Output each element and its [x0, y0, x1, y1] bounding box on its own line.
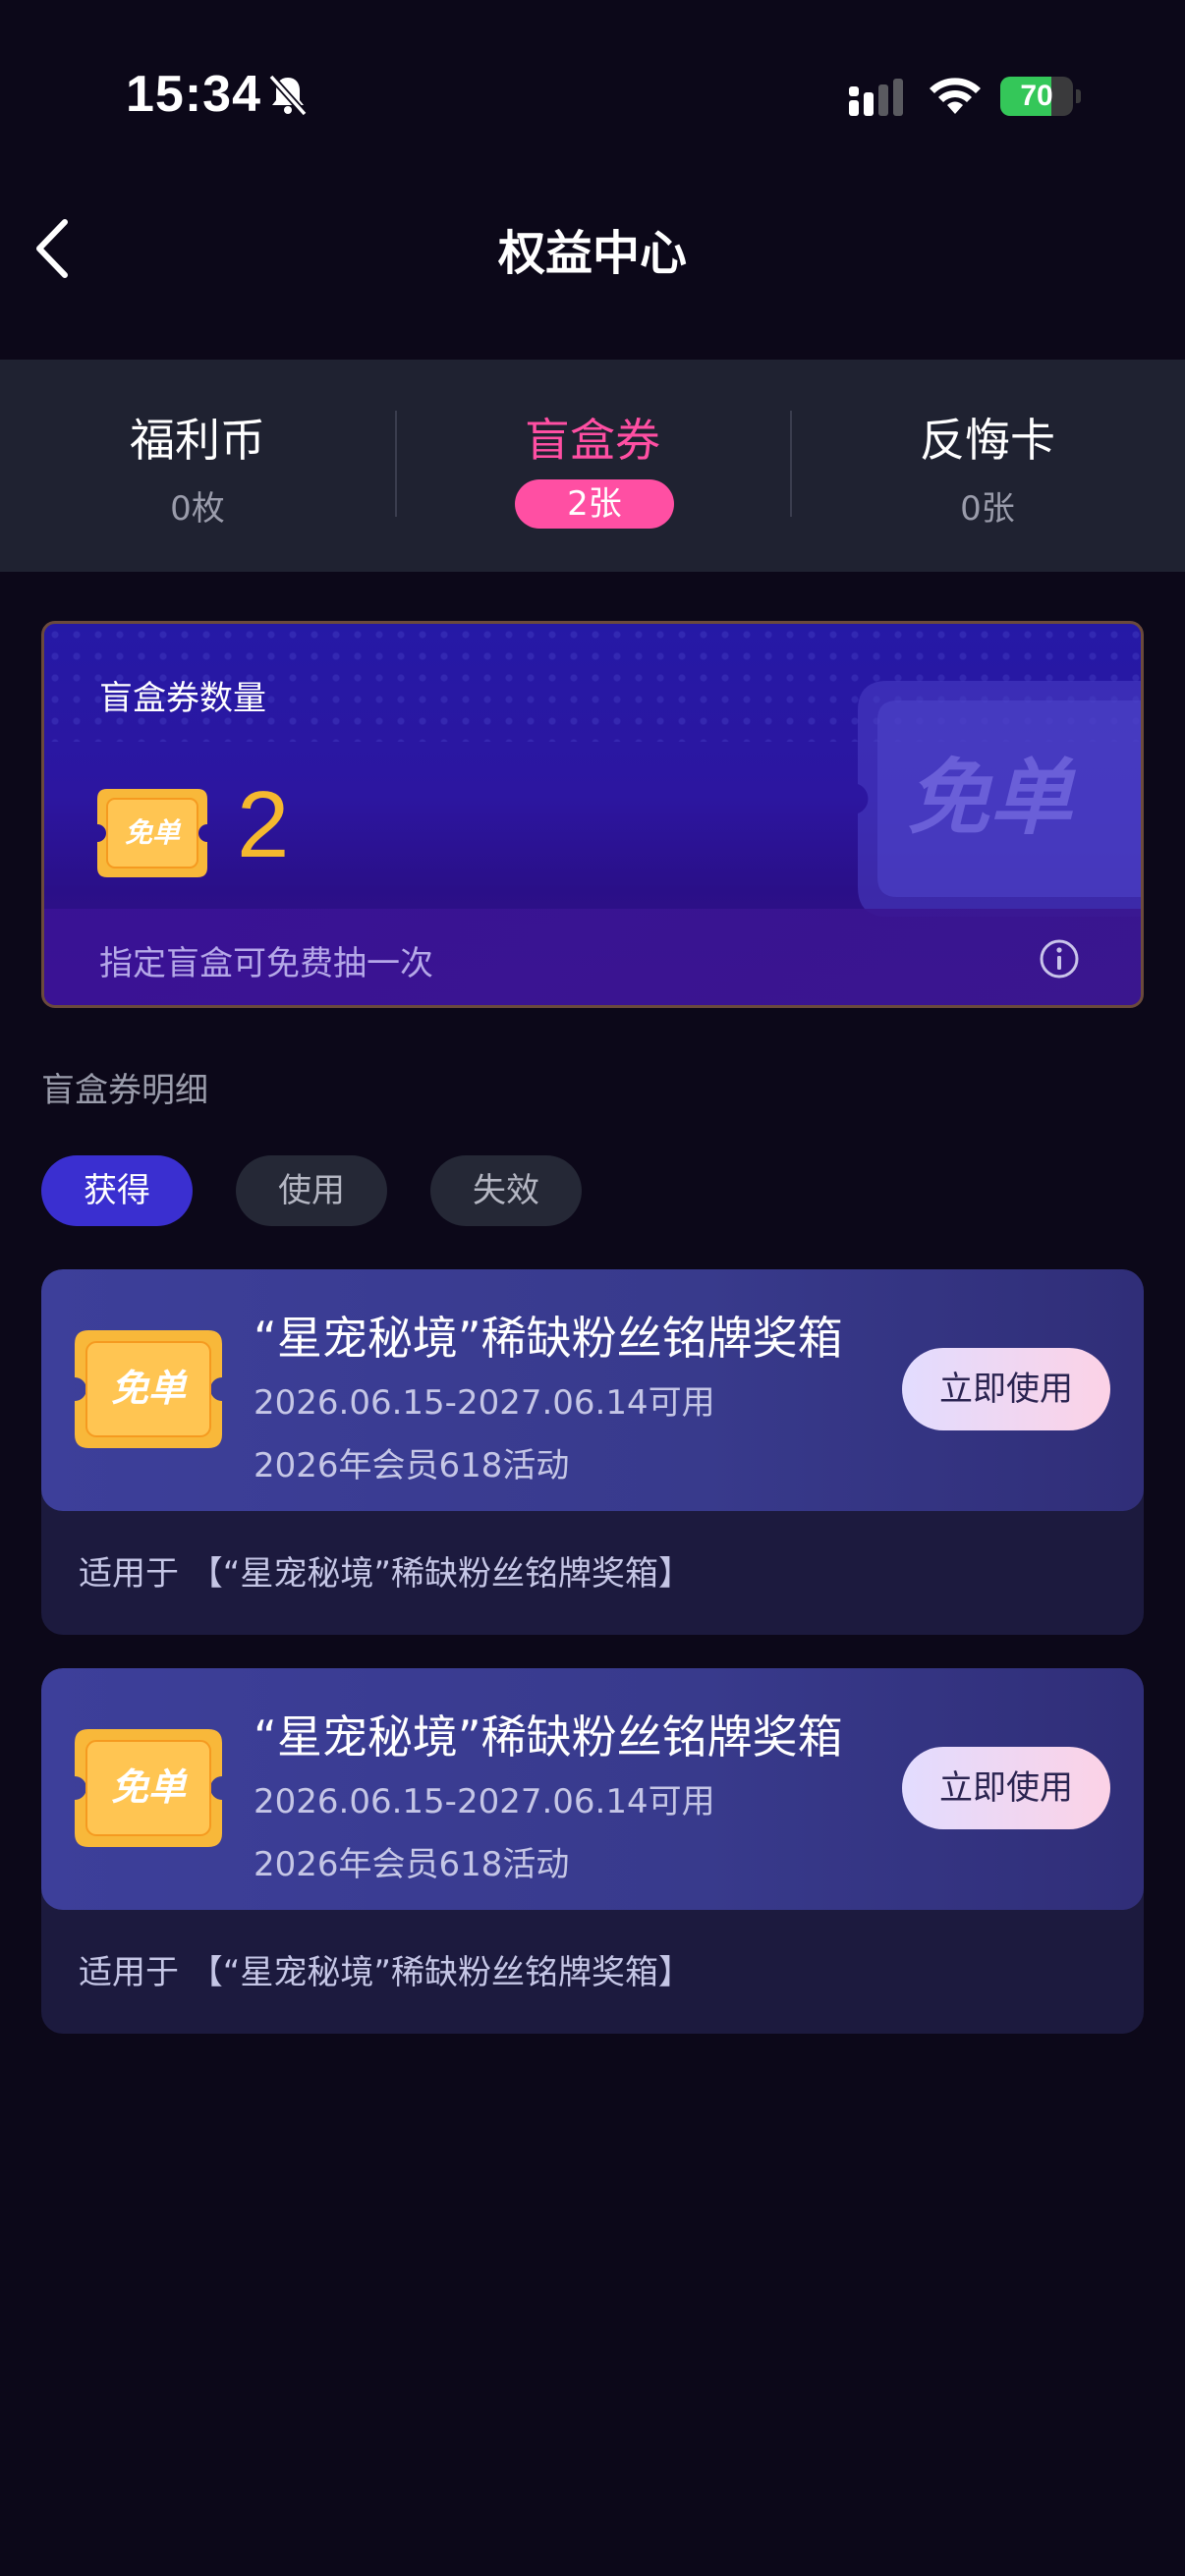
tab-regret-cards[interactable]: 反悔卡 0张	[790, 360, 1185, 572]
coupon-validity: 2026.06.15-2027.06.14可用	[254, 1782, 715, 1821]
coupon-title: “星宠秘境”稀缺粉丝铭牌奖箱	[254, 1710, 843, 1764]
coupon-card: 免单 “星宠秘境”稀缺粉丝铭牌奖箱 2026.06.15-2027.06.14可…	[41, 1269, 1144, 1635]
free-order-coupon-icon: 免单	[75, 1330, 222, 1448]
use-now-button[interactable]: 立即使用	[902, 1348, 1110, 1430]
coupon-applies-to: 适用于 【“星宠秘境”稀缺粉丝铭牌奖箱】	[79, 1953, 693, 1992]
coupon-activity: 2026年会员618活动	[254, 1845, 570, 1884]
tab-label: 福利币	[130, 414, 265, 467]
card-title: 盲盒券数量	[99, 679, 266, 718]
use-now-button[interactable]: 立即使用	[902, 1747, 1110, 1829]
status-bar: 15:34 70	[0, 0, 1185, 187]
battery-body: 70	[1000, 77, 1073, 116]
battery-indicator: 70	[1000, 77, 1081, 116]
coupon-validity: 2026.06.15-2027.06.14可用	[254, 1383, 715, 1423]
summary-tabs: 福利币 0枚 盲盒券 2张 反悔卡 0张	[0, 360, 1185, 572]
tab-label: 盲盒券	[525, 414, 660, 467]
coupon-count: 2	[237, 772, 290, 877]
card-footer-text: 指定盲盒可免费抽一次	[99, 944, 433, 983]
coupon-icon-text: 免单	[111, 1367, 188, 1410]
info-icon[interactable]	[1039, 938, 1080, 980]
status-time: 15:34	[126, 66, 261, 123]
tab-label: 反悔卡	[920, 414, 1055, 467]
coupon-card: 免单 “星宠秘境”稀缺粉丝铭牌奖箱 2026.06.15-2027.06.14可…	[41, 1668, 1144, 2034]
free-order-coupon-icon: 免单	[97, 789, 207, 877]
filter-expired[interactable]: 失效	[430, 1155, 582, 1226]
filter-used[interactable]: 使用	[236, 1155, 387, 1226]
tab-count: 0张	[960, 489, 1015, 529]
free-order-coupon-icon: 免单	[75, 1729, 222, 1847]
section-title: 盲盒券明细	[41, 1071, 208, 1110]
page: 15:34 70 权益中心 福利币 0枚 盲盒券 2张 反悔卡 0张 免单 盲盒…	[0, 0, 1185, 2576]
battery-cap	[1076, 89, 1081, 103]
coupon-title: “星宠秘境”稀缺粉丝铭牌奖箱	[254, 1312, 843, 1365]
watermark-text: 免单	[907, 750, 1077, 846]
cellular-signal-icon	[849, 79, 903, 116]
ticket-watermark-icon: 免单	[858, 681, 1141, 917]
page-title: 权益中心	[497, 226, 687, 281]
bell-muted-icon	[268, 74, 308, 117]
tab-count-badge: 2张	[515, 479, 674, 529]
filter-obtained[interactable]: 获得	[41, 1155, 193, 1226]
tab-blind-box-coupons[interactable]: 盲盒券 2张	[395, 360, 790, 572]
battery-percent: 70	[1020, 80, 1053, 112]
coupon-applies-to: 适用于 【“星宠秘境”稀缺粉丝铭牌奖箱】	[79, 1554, 693, 1594]
tab-welfare-coins[interactable]: 福利币 0枚	[0, 360, 395, 572]
coupon-icon-text: 免单	[111, 1765, 188, 1809]
coupon-count-card: 免单 盲盒券数量 免单 2 指定盲盒可免费抽一次	[41, 621, 1144, 1008]
coupon-activity: 2026年会员618活动	[254, 1446, 570, 1485]
wifi-icon	[930, 78, 981, 114]
tab-count: 0枚	[170, 489, 225, 529]
coupon-icon-text: 免单	[125, 816, 182, 849]
